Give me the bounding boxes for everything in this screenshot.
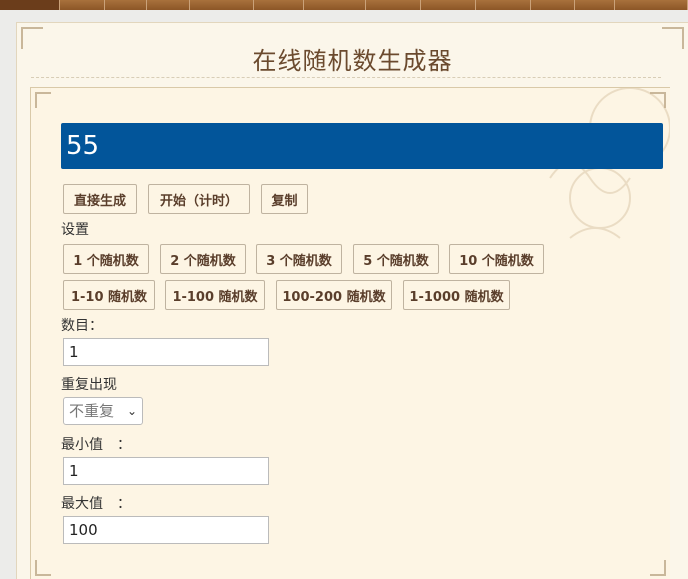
generate-button[interactable]: 直接生成: [63, 184, 137, 214]
page-title: 在线随机数生成器: [252, 47, 453, 75]
result-display: 55: [61, 123, 663, 169]
nav-segment[interactable]: [421, 0, 476, 10]
nav-segment[interactable]: [147, 0, 190, 10]
nav-segment[interactable]: [0, 0, 60, 10]
preset-count-1-button[interactable]: 1 个随机数: [63, 244, 149, 274]
repeat-select-value: 不重复: [69, 402, 115, 420]
generator-panel: 55 直接生成 开始（计时） 复制 设置 1 个随机数 2 个随机数 3 个随机…: [30, 87, 670, 579]
nav-segment[interactable]: [304, 0, 366, 10]
nav-segment[interactable]: [476, 0, 531, 10]
count-input[interactable]: 1: [63, 338, 269, 366]
main-panel: 在线随机数生成器 55 直接生成 开始（计时） 复制 设置 1 个随机数 2 个…: [16, 22, 688, 579]
max-input[interactable]: 100: [63, 516, 269, 544]
copy-button[interactable]: 复制: [261, 184, 308, 214]
nav-segment[interactable]: [254, 0, 304, 10]
preset-count-5-button[interactable]: 5 个随机数: [353, 244, 439, 274]
nav-segment[interactable]: [615, 0, 688, 10]
count-label: 数目：: [61, 318, 103, 334]
nav-segment[interactable]: [190, 0, 254, 10]
nav-segment[interactable]: [366, 0, 421, 10]
top-nav-bar: [0, 0, 688, 10]
chevron-down-icon: ⌄: [126, 404, 137, 418]
corner-ornament: [650, 560, 666, 576]
max-label: 最大值 ：: [61, 496, 131, 512]
corner-ornament: [650, 92, 666, 108]
nav-segment[interactable]: [60, 0, 105, 10]
nav-segment[interactable]: [105, 0, 147, 10]
preset-range-1-100-button[interactable]: 1-100 随机数: [165, 280, 265, 310]
title-divider: [31, 77, 661, 78]
min-label: 最小值 ：: [61, 437, 131, 453]
min-input[interactable]: 1: [63, 457, 269, 485]
preset-range-1-10-button[interactable]: 1-10 随机数: [63, 280, 155, 310]
preset-count-3-button[interactable]: 3 个随机数: [256, 244, 342, 274]
nav-segment[interactable]: [531, 0, 575, 10]
repeat-label: 重复出现: [61, 377, 117, 393]
preset-count-2-button[interactable]: 2 个随机数: [160, 244, 246, 274]
settings-label: 设置: [61, 222, 89, 238]
corner-ornament: [35, 560, 51, 576]
start-timed-button[interactable]: 开始（计时）: [148, 184, 250, 214]
preset-range-100-200-button[interactable]: 100-200 随机数: [276, 280, 392, 310]
preset-range-1-1000-button[interactable]: 1-1000 随机数: [403, 280, 510, 310]
corner-ornament: [35, 92, 51, 108]
repeat-select[interactable]: 不重复 ⌄: [63, 397, 143, 425]
nav-segment[interactable]: [575, 0, 615, 10]
preset-count-10-button[interactable]: 10 个随机数: [449, 244, 544, 274]
